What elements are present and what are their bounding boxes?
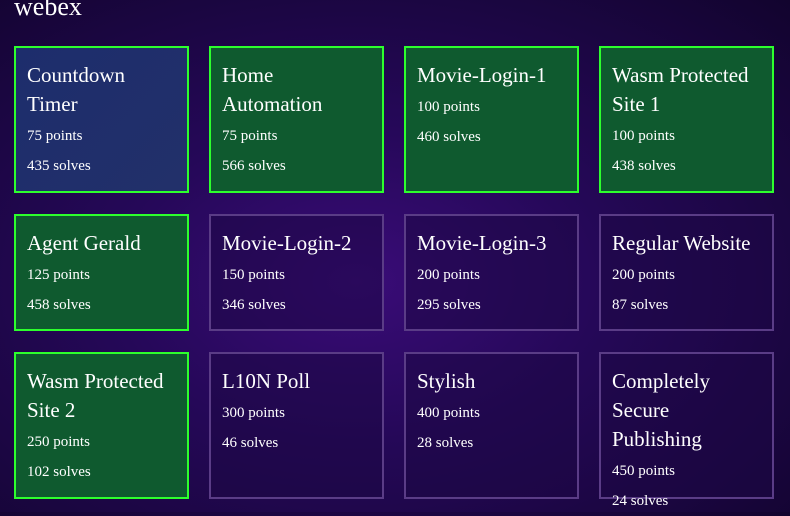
challenge-points: 200 points [612,267,675,283]
challenge-solves: 458 solves [27,297,91,313]
challenge-points: 450 points [612,463,675,479]
challenge-points: 400 points [417,405,480,421]
challenge-points: 75 points [27,128,83,144]
challenge-solves: 566 solves [222,158,286,174]
challenge-card[interactable]: Movie-Login-2 150 points 346 solves [209,214,384,331]
challenge-name: Wasm Protected Site 1 [612,63,749,116]
challenge-points: 300 points [222,405,285,421]
challenge-grid: Countdown Timer 75 points 435 solves Hom… [14,46,774,509]
challenge-card[interactable]: Wasm Protected Site 1 100 points 438 sol… [599,46,774,193]
challenge-name: Stylish [417,369,476,393]
challenge-name: Countdown Timer [27,63,126,116]
section-title: webex [14,0,82,21]
challenge-solves: 87 solves [612,297,669,313]
challenge-points: 100 points [612,128,675,144]
challenge-name: Home Automation [222,63,323,116]
challenge-solves: 295 solves [417,297,481,313]
challenge-card[interactable]: Wasm Protected Site 2 250 points 102 sol… [14,352,189,499]
challenge-solves: 346 solves [222,297,286,313]
challenge-name: Completely Secure Publishing [612,369,710,451]
challenge-points: 200 points [417,267,480,283]
challenge-name: Movie-Login-3 [417,231,547,255]
challenge-solves: 460 solves [417,129,481,145]
challenge-name: Agent Gerald [27,231,141,255]
challenge-card[interactable]: Stylish 400 points 28 solves [404,352,579,499]
challenge-name: Wasm Protected Site 2 [27,369,164,422]
challenge-card[interactable]: Agent Gerald 125 points 458 solves [14,214,189,331]
challenge-name: Regular Website [612,231,751,255]
challenge-points: 250 points [27,434,90,450]
challenge-points: 125 points [27,267,90,283]
challenge-points: 75 points [222,128,278,144]
challenge-card[interactable]: Countdown Timer 75 points 435 solves [14,46,189,193]
challenge-points: 150 points [222,267,285,283]
challenge-name: L10N Poll [222,369,311,393]
challenge-card[interactable]: Movie-Login-1 100 points 460 solves [404,46,579,193]
challenge-name: Movie-Login-2 [222,231,352,255]
challenge-solves: 438 solves [612,158,676,174]
challenge-card[interactable]: L10N Poll 300 points 46 solves [209,352,384,499]
challenge-card[interactable]: Movie-Login-3 200 points 295 solves [404,214,579,331]
challenge-name: Movie-Login-1 [417,63,547,87]
challenge-card[interactable]: Regular Website 200 points 87 solves [599,214,774,331]
challenge-solves: 46 solves [222,435,279,451]
challenge-solves: 435 solves [27,158,91,174]
challenge-solves: 102 solves [27,464,91,480]
challenge-solves: 28 solves [417,435,474,451]
challenge-card[interactable]: Home Automation 75 points 566 solves [209,46,384,193]
challenge-card[interactable]: Completely Secure Publishing 450 points … [599,352,774,509]
challenge-points: 100 points [417,99,480,115]
